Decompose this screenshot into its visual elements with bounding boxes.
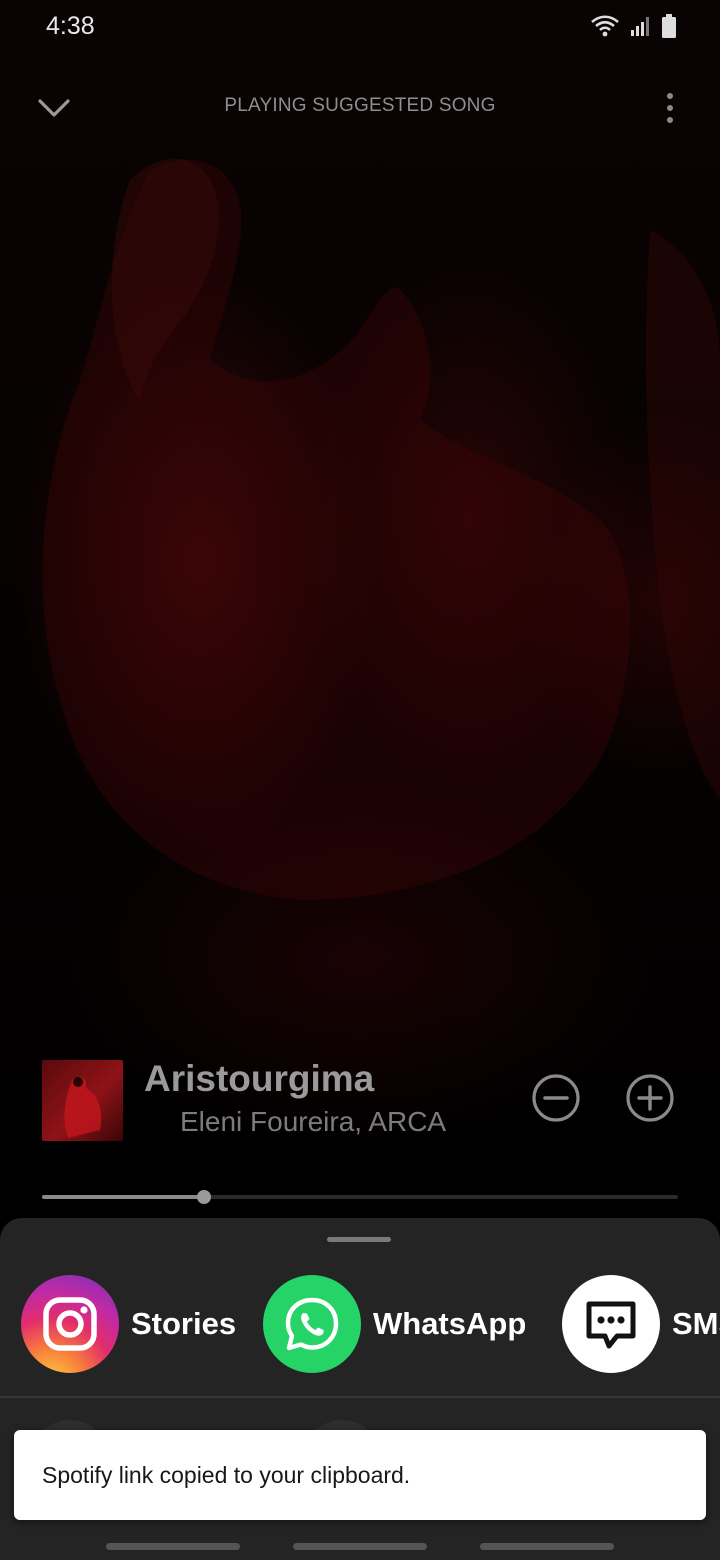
share-sms[interactable]: SMS: [562, 1274, 720, 1374]
nav-bar-segment: [480, 1543, 614, 1550]
share-instagram-stories[interactable]: Stories: [21, 1274, 236, 1374]
minus-circle-icon: [532, 1074, 580, 1122]
status-time: 4:38: [46, 12, 95, 40]
toast-message: Spotify link copied to your clipboard.: [42, 1462, 411, 1488]
sheet-drag-handle[interactable]: [327, 1237, 391, 1242]
add-to-playlist-button[interactable]: [624, 1072, 676, 1124]
wifi-icon: [590, 15, 620, 42]
share-destinations-row: Stories WhatsApp SMS: [0, 1274, 720, 1374]
signal-icon: [630, 15, 652, 42]
status-icons: [590, 14, 676, 43]
album-cover-thumbnail[interactable]: [42, 1060, 123, 1141]
more-vertical-icon: [667, 93, 673, 123]
progress-thumb[interactable]: [196, 1190, 211, 1204]
playing-context-title: PLAYING SUGGESTED SONG: [224, 95, 496, 116]
status-bar: 4:38: [0, 0, 720, 52]
whatsapp-icon: [263, 1275, 361, 1373]
plus-circle-icon: [626, 1074, 674, 1122]
share-label-whatsapp: WhatsApp: [373, 1306, 527, 1341]
share-label-sms: SMS: [672, 1306, 720, 1341]
battery-icon: [662, 14, 676, 43]
nav-bar-segment: [106, 1543, 240, 1550]
instagram-icon: [21, 1275, 119, 1373]
track-artist[interactable]: Eleni Foureira, ARCA: [180, 1106, 446, 1138]
sms-icon: [562, 1275, 660, 1373]
progress-fill: [42, 1195, 204, 1199]
snackbar-toast: Spotify link copied to your clipboard.: [14, 1430, 706, 1520]
remove-from-library-button[interactable]: [530, 1072, 582, 1124]
share-whatsapp[interactable]: WhatsApp: [263, 1274, 526, 1374]
player-header: PLAYING SUGGESTED SONG: [0, 80, 720, 136]
artwork-figure-silhouette: [42, 158, 720, 901]
nav-bar-segment: [293, 1543, 427, 1550]
more-options-button[interactable]: [658, 86, 682, 130]
share-label-stories: Stories: [131, 1306, 237, 1341]
track-info-row: Aristourgima Eleni Foureira, ARCA: [42, 1058, 682, 1142]
album-artwork-background: [0, 0, 720, 1220]
sheet-divider: [0, 1396, 720, 1398]
track-title[interactable]: Aristourgima: [144, 1058, 374, 1100]
playback-progress-bar[interactable]: [42, 1190, 678, 1204]
